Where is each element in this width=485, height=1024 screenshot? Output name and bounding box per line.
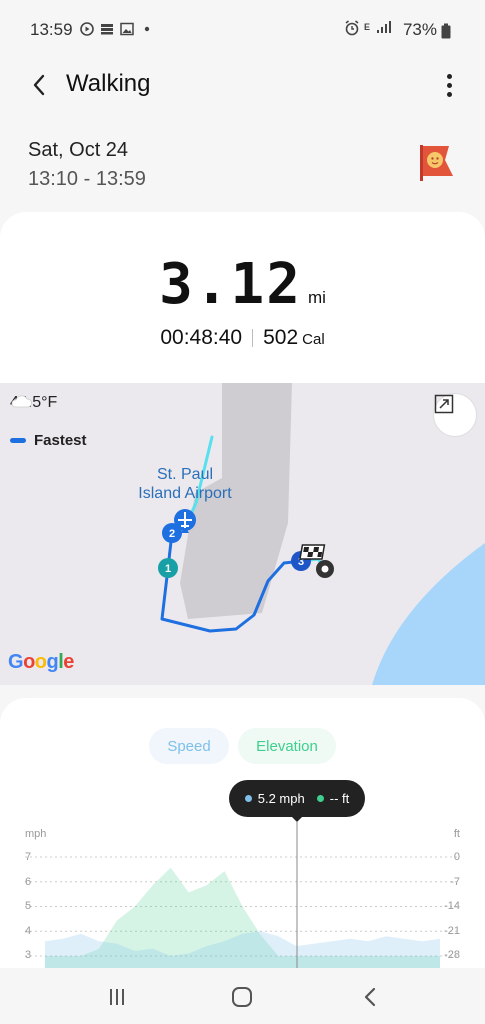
left-tick: 3 [25,949,32,961]
map-canvas: 1 2 3 [158,383,485,685]
chart-plot[interactable] [0,698,485,968]
status-bar: 13:59 E 73% [0,0,485,60]
speed-dot [244,795,252,802]
right-tick: -28 [444,949,460,961]
distance-value: 3.12 [159,252,302,317]
metric-divider [252,329,254,348]
duration-value: 00:48:40 [160,326,243,349]
airport-label-line1: St. Paul [156,466,214,483]
back-nav-button[interactable] [355,982,385,1012]
map-marker-2-label: 2 [169,528,175,540]
media-icon [80,22,94,36]
map-marker-1-label: 1 [165,563,171,575]
more-vert-icon [446,73,452,79]
right-tick: -14 [444,900,460,912]
battery-icon [441,23,455,39]
calories-value: 502 [263,326,299,349]
distance-display: 3.12 mi [0,252,485,317]
route-map[interactable]: 1 2 3 44.5°F Fastest St. Paul Island Air… [0,383,485,685]
google-logo: Google [8,651,74,673]
summary-card: 3.12 mi 00:48:40 502 Cal [0,212,485,392]
airport-label-line2: Island Airport [138,485,232,502]
recents-button[interactable] [102,982,132,1012]
recents-icon [110,989,124,1005]
left-axis-title: mph [25,828,47,840]
right-tick: -21 [444,925,460,937]
home-button[interactable] [227,982,257,1012]
left-tick: 5 [25,900,32,912]
airport-label: St. Paul Island Airport [120,465,250,503]
battery-status: 73% [403,20,455,40]
system-nav-bar [0,968,485,1024]
back-chevron-icon [364,987,376,1007]
right-tick: -7 [450,876,460,888]
alarm-icon [344,20,359,36]
left-tick: 4 [25,925,32,937]
tooltip-speed: 5.2 mph [257,791,305,806]
home-icon [232,987,252,1007]
status-time: 13:59 [30,20,73,39]
status-notification-icons [80,22,154,36]
battery-percent: 73% [402,20,437,39]
water-shape [372,543,485,685]
tooltip-arrow [291,816,303,822]
right-axis-title: ft [453,828,460,840]
legend-label: Fastest [34,432,87,449]
signal-icon [376,20,391,34]
more-options-button[interactable] [437,70,461,100]
workout-metrics: 00:48:40 502 Cal [0,326,485,350]
chevron-left-icon [33,74,45,96]
image-icon [120,22,134,36]
page-title: Walking [66,70,151,97]
tooltip-elevation: -- ft [329,791,350,806]
cloud-icon [11,395,32,408]
workout-date: Sat, Oct 24 [28,139,129,161]
speed-series-area [45,931,440,968]
expand-map-button[interactable] [433,393,477,437]
expand-icon [434,394,454,414]
app-bar: Walking [0,60,485,110]
left-tick: 6 [25,876,32,888]
distance-unit: mi [307,288,326,307]
elevation-dot [316,795,324,802]
dot-icon [140,22,154,36]
legend-swatch-fastest [10,438,26,443]
status-system-icons: E [344,20,391,36]
stack-icon [100,22,114,36]
weather-info: 44.5°F [10,394,57,412]
right-tick: 0 [453,851,460,863]
achievement-flag-icon[interactable] [417,142,455,182]
workout-time-range: 13:10 - 13:59 [28,168,146,190]
map-marker-2: 2 [162,523,182,543]
left-tick: 7 [25,851,32,863]
chart-tooltip: 5.2 mph -- ft [229,780,365,817]
chart-card: Speed Elevation 5.2 mph -- ft mph ft 7 6… [0,698,485,968]
map-legend: Fastest [10,432,87,449]
network-type-label: E [363,22,370,32]
calories-unit: Cal [302,331,325,348]
back-button[interactable] [24,70,54,100]
map-marker-1: 1 [158,558,178,578]
